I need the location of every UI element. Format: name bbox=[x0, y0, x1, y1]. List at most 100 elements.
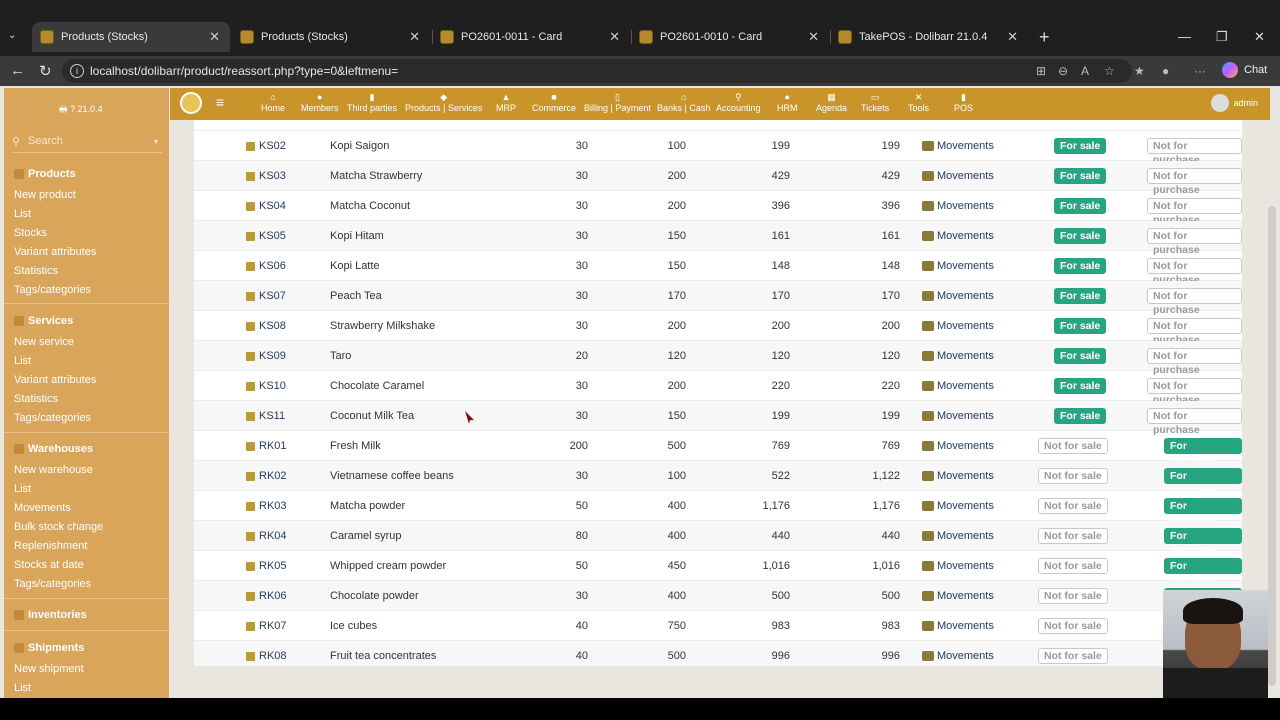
movements-link[interactable]: Movements bbox=[922, 440, 994, 452]
menu-item-home[interactable]: ⌂ Home bbox=[261, 92, 285, 113]
sidebar-section-warehouses[interactable]: Warehouses bbox=[14, 443, 93, 455]
sidebar-section-inventories[interactable]: Inventories bbox=[14, 609, 87, 621]
sidebar-link[interactable]: Stocks at date bbox=[14, 559, 84, 571]
url-field[interactable]: i localhost/dolibarr/product/reassort.ph… bbox=[62, 59, 1132, 83]
help-icon[interactable]: ? bbox=[70, 104, 75, 114]
menu-item-tickets[interactable]: ▭ Tickets bbox=[861, 92, 889, 113]
close-tab-icon[interactable]: ✕ bbox=[1007, 29, 1018, 45]
more-menu-icon[interactable]: ··· bbox=[1194, 64, 1206, 78]
company-logo[interactable] bbox=[180, 92, 202, 114]
product-ref-link[interactable]: RK06 bbox=[246, 590, 287, 602]
product-ref-link[interactable]: RK04 bbox=[246, 530, 287, 542]
movements-link[interactable]: Movements bbox=[922, 290, 994, 302]
zoom-icon[interactable]: ⊖ bbox=[1058, 64, 1068, 78]
page-scrollbar[interactable] bbox=[1268, 206, 1276, 686]
movements-link[interactable]: Movements bbox=[922, 380, 994, 392]
menu-item-agenda[interactable]: ▦ Agenda bbox=[816, 92, 847, 113]
movements-link[interactable]: Movements bbox=[922, 230, 994, 242]
restore-icon[interactable]: ❐ bbox=[1216, 29, 1228, 45]
sidebar-link[interactable]: Variant attributes bbox=[14, 374, 96, 386]
browser-tab[interactable]: TakePOS - Dolibarr 21.0.4 ✕ bbox=[830, 22, 1028, 52]
sidebar-link[interactable]: Variant attributes bbox=[14, 246, 96, 258]
browser-tab[interactable]: PO2601-0011 - Card ✕ bbox=[432, 22, 630, 52]
sidebar-link[interactable]: Tags/categories bbox=[14, 412, 91, 424]
sidebar-link[interactable]: List bbox=[14, 682, 31, 694]
app-view-icon[interactable]: ⊞ bbox=[1036, 64, 1046, 78]
favorites-icon[interactable]: ★ bbox=[1134, 64, 1145, 78]
menu-item-banks[interactable]: ⌂ Banks | Cash bbox=[657, 92, 710, 113]
menu-item-mrp[interactable]: ▲ MRP bbox=[496, 92, 516, 113]
movements-link[interactable]: Movements bbox=[922, 200, 994, 212]
sidebar-link[interactable]: Bulk stock change bbox=[14, 521, 103, 533]
chat-button[interactable]: Chat bbox=[1222, 62, 1267, 78]
movements-link[interactable]: Movements bbox=[922, 260, 994, 272]
product-ref-link[interactable]: RK05 bbox=[246, 560, 287, 572]
movements-link[interactable]: Movements bbox=[922, 560, 994, 572]
tab-list-icon[interactable]: ⌄ bbox=[8, 30, 26, 44]
movements-link[interactable]: Movements bbox=[922, 350, 994, 362]
menu-item-commerce[interactable]: ■ Commerce bbox=[532, 92, 576, 113]
product-ref-link[interactable]: RK07 bbox=[246, 620, 287, 632]
sidebar-link[interactable]: Stocks bbox=[14, 227, 47, 239]
close-tab-icon[interactable]: ✕ bbox=[609, 29, 620, 45]
product-ref-link[interactable]: KS09 bbox=[246, 350, 286, 362]
menu-item-accounting[interactable]: ⚲ Accounting bbox=[716, 92, 761, 113]
sidebar-link[interactable]: Movements bbox=[14, 502, 71, 514]
product-ref-link[interactable]: KS06 bbox=[246, 260, 286, 272]
sidebar-link[interactable]: List bbox=[14, 208, 31, 220]
product-ref-link[interactable]: KS07 bbox=[246, 290, 286, 302]
product-ref-link[interactable]: KS02 bbox=[246, 140, 286, 152]
close-tab-icon[interactable]: ✕ bbox=[808, 29, 819, 45]
sidebar-link[interactable]: Tags/categories bbox=[14, 578, 91, 590]
movements-link[interactable]: Movements bbox=[922, 470, 994, 482]
movements-link[interactable]: Movements bbox=[922, 500, 994, 512]
sidebar-link[interactable]: Replenishment bbox=[14, 540, 87, 552]
product-ref-link[interactable]: KS03 bbox=[246, 170, 286, 182]
product-ref-link[interactable]: RK03 bbox=[246, 500, 287, 512]
sidebar-link[interactable]: Statistics bbox=[14, 393, 58, 405]
sidebar-link[interactable]: Tags/categories bbox=[14, 284, 91, 296]
sidebar-section-services[interactable]: Services bbox=[14, 315, 73, 327]
minimize-icon[interactable]: — bbox=[1178, 29, 1191, 44]
sidebar-link[interactable]: New service bbox=[14, 336, 74, 348]
sidebar-link[interactable]: Statistics bbox=[14, 265, 58, 277]
sidebar-section-products[interactable]: Products bbox=[14, 168, 76, 180]
product-ref-link[interactable]: KS10 bbox=[246, 380, 286, 392]
movements-link[interactable]: Movements bbox=[922, 410, 994, 422]
menu-item-hrm[interactable]: ● HRM bbox=[777, 92, 798, 113]
movements-link[interactable]: Movements bbox=[922, 650, 994, 662]
sidebar-section-shipments[interactable]: Shipments bbox=[14, 642, 84, 654]
sidebar-link[interactable]: New shipment bbox=[14, 663, 84, 675]
sidebar-link[interactable]: New product bbox=[14, 189, 76, 201]
favorite-star-icon[interactable]: ☆ bbox=[1104, 64, 1115, 78]
product-ref-link[interactable]: KS04 bbox=[246, 200, 286, 212]
hamburger-menu-icon[interactable]: ≡ bbox=[216, 94, 224, 110]
product-ref-link[interactable]: KS05 bbox=[246, 230, 286, 242]
product-ref-link[interactable]: KS08 bbox=[246, 320, 286, 332]
reload-icon[interactable]: ↻ bbox=[39, 62, 52, 80]
sidebar-link[interactable]: List bbox=[14, 355, 31, 367]
movements-link[interactable]: Movements bbox=[922, 620, 994, 632]
browser-tab[interactable]: PO2601-0010 - Card ✕ bbox=[631, 22, 829, 52]
menu-item-products[interactable]: ◆ Products | Services bbox=[405, 92, 482, 113]
profile-icon[interactable]: ● bbox=[1162, 64, 1169, 78]
close-tab-icon[interactable]: ✕ bbox=[409, 29, 420, 45]
menu-item-members[interactable]: ● Members bbox=[301, 92, 339, 113]
menu-item-pos[interactable]: ▮ POS bbox=[954, 92, 973, 113]
movements-link[interactable]: Movements bbox=[922, 530, 994, 542]
movements-link[interactable]: Movements bbox=[922, 320, 994, 332]
movements-link[interactable]: Movements bbox=[922, 140, 994, 152]
menu-item-third-parties[interactable]: ▮ Third parties bbox=[347, 92, 397, 113]
product-ref-link[interactable]: RK02 bbox=[246, 470, 287, 482]
sidebar-link[interactable]: List bbox=[14, 483, 31, 495]
close-tab-icon[interactable]: ✕ bbox=[209, 29, 220, 45]
printer-icon[interactable]: 🖶 bbox=[59, 104, 68, 114]
product-ref-link[interactable]: KS11 bbox=[246, 410, 285, 422]
window-close-icon[interactable]: ✕ bbox=[1254, 29, 1265, 45]
sidebar-search[interactable]: ⚲ Search ▾ bbox=[12, 135, 162, 153]
movements-link[interactable]: Movements bbox=[922, 170, 994, 182]
menu-item-tools[interactable]: ✕ Tools bbox=[908, 92, 929, 113]
read-aloud-icon[interactable]: A bbox=[1081, 64, 1089, 78]
product-ref-link[interactable]: RK08 bbox=[246, 650, 287, 662]
product-ref-link[interactable]: RK01 bbox=[246, 440, 287, 452]
